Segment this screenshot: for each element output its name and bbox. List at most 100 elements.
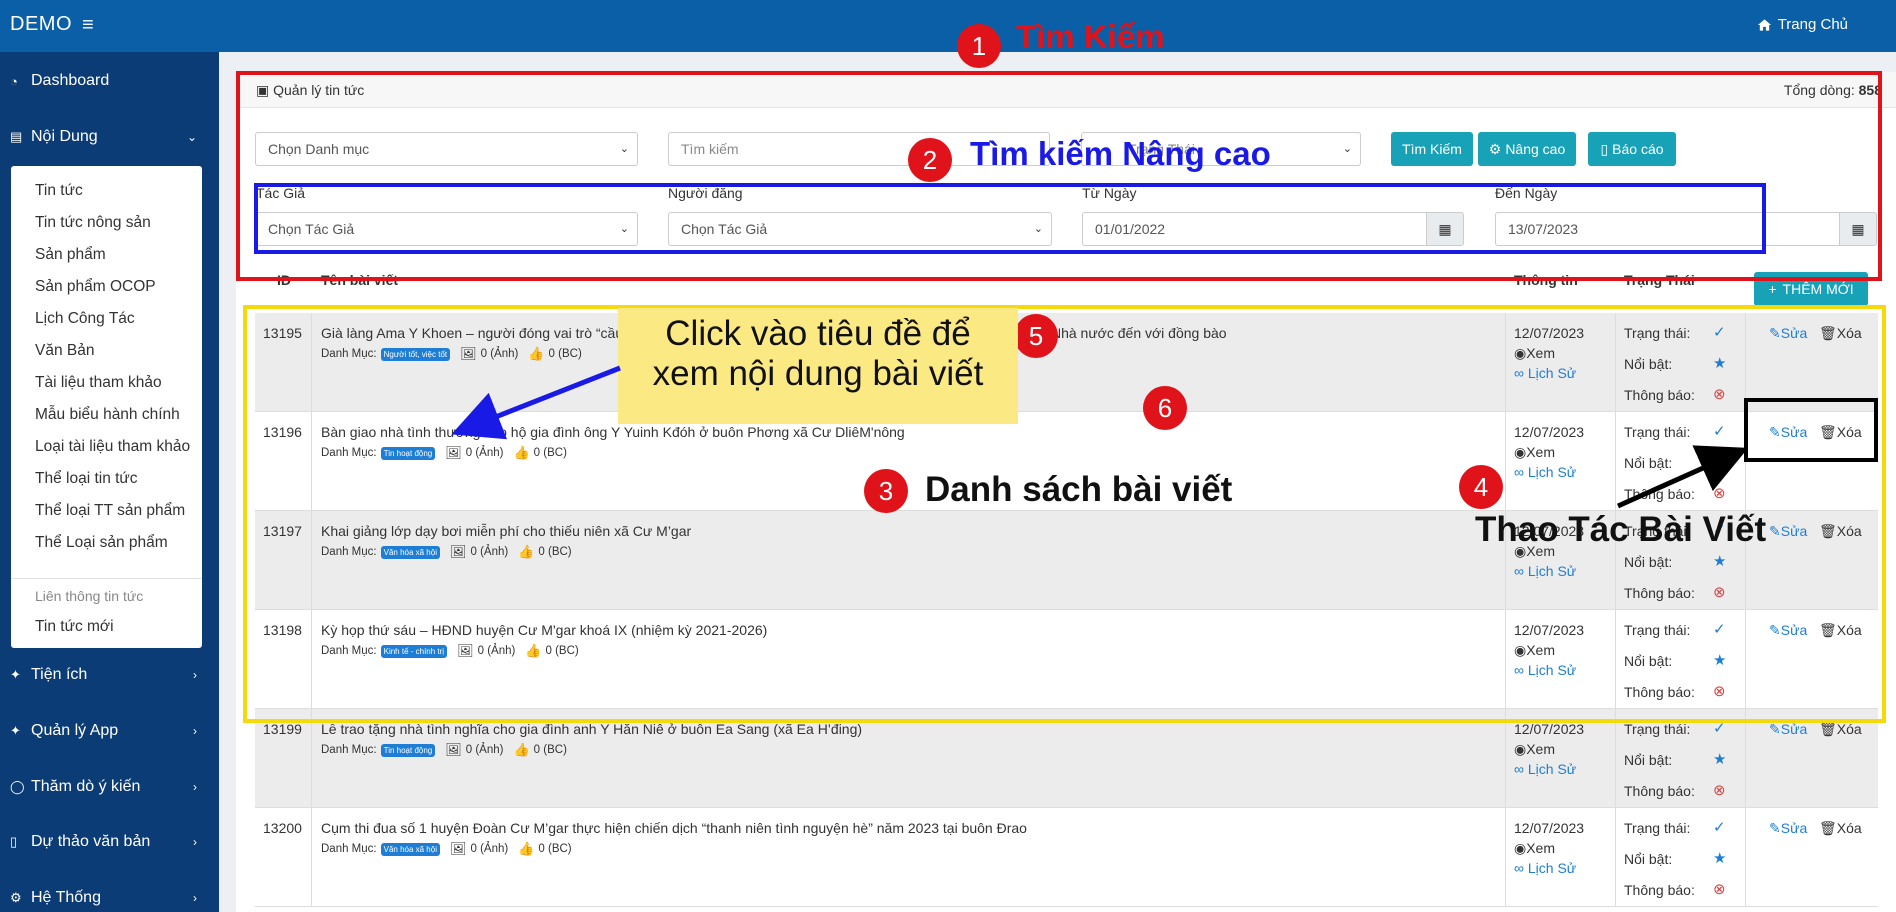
edit-button[interactable]: ✎Sửa bbox=[1769, 721, 1807, 738]
close-circle-icon[interactable]: ⊗ bbox=[1713, 781, 1726, 799]
row-id: 13200 bbox=[263, 820, 302, 836]
submenu-item[interactable]: Thể Loại sản phẩm bbox=[35, 534, 168, 552]
plug-icon: ✦ bbox=[10, 723, 21, 738]
column-divider bbox=[1615, 808, 1616, 907]
submenu-item[interactable]: Lịch Công Tác bbox=[35, 310, 135, 328]
star-icon[interactable]: ★ bbox=[1713, 750, 1726, 768]
like-count: 0 (BC) bbox=[538, 843, 572, 855]
column-divider bbox=[1615, 709, 1616, 808]
sidebar-item-noi-dung[interactable]: ▤ Nội Dung ⌄ bbox=[0, 117, 219, 157]
home-icon bbox=[1757, 18, 1771, 31]
row-date: 12/07/2023 bbox=[1514, 721, 1585, 737]
sidebar-item-label: Dự thảo văn bản bbox=[31, 833, 151, 850]
star-icon[interactable]: ★ bbox=[1713, 849, 1726, 867]
chevron-right-icon: › bbox=[193, 835, 197, 849]
edit-button[interactable]: ✎Sửa bbox=[1769, 820, 1807, 837]
column-divider bbox=[1745, 808, 1746, 907]
submenu-item[interactable]: Văn Bản bbox=[35, 342, 94, 360]
view-link[interactable]: ◉Xem bbox=[1514, 741, 1555, 758]
home-link[interactable]: Trang Chủ bbox=[1757, 16, 1848, 33]
submenu-item[interactable]: Tin tức mới bbox=[35, 618, 114, 636]
category-label: Danh Mục: bbox=[321, 744, 377, 756]
binoculars-icon: ∞ bbox=[1514, 860, 1528, 876]
row-date: 12/07/2023 bbox=[1514, 820, 1585, 836]
chevron-right-icon: › bbox=[193, 891, 197, 905]
view-link[interactable]: ◉Xem bbox=[1514, 840, 1555, 857]
submenu-item[interactable]: Tin tức nông sản bbox=[35, 214, 151, 232]
submenu-header: Liên thông tin tức bbox=[35, 588, 144, 604]
sidebar-item-label: Dashboard bbox=[31, 72, 110, 89]
history-link-label: Lịch Sử bbox=[1527, 860, 1577, 876]
thumbs-up-icon: 👍 bbox=[518, 841, 535, 856]
file-icon: ▯ bbox=[10, 834, 18, 849]
check-icon[interactable]: ✓ bbox=[1713, 818, 1726, 836]
trash-icon: 🗑 bbox=[1819, 820, 1837, 836]
submenu-item[interactable]: Thể loại TT sản phẩm bbox=[35, 502, 185, 520]
history-link[interactable]: ∞ Lịch Sử bbox=[1514, 761, 1576, 777]
article-title-link[interactable]: Cụm thi đua số 1 huyện Đoàn Cư M’gar thự… bbox=[321, 820, 1027, 836]
sidebar-item-du-thao[interactable]: ▯ Dự thảo văn bản › bbox=[0, 822, 219, 862]
submenu-item[interactable]: Tài liệu tham khảo bbox=[35, 374, 162, 392]
notify-label: Thông báo: bbox=[1624, 882, 1695, 898]
chevron-right-icon: › bbox=[193, 724, 197, 738]
add-new-button-label: THÊM MỚI bbox=[1782, 281, 1854, 297]
thumbs-up-icon: 👍 bbox=[513, 742, 530, 757]
column-divider bbox=[311, 709, 312, 808]
row-meta: Danh Mục: Văn hóa xã hội 🖼 0 (Ảnh) 👍 0 (BC) bbox=[321, 841, 572, 857]
status-label: Trạng thái: bbox=[1624, 721, 1691, 737]
edit-icon: ✎ bbox=[1769, 820, 1781, 836]
document-icon: ▤ bbox=[10, 129, 23, 144]
view-link-label: Xem bbox=[1526, 840, 1556, 856]
comment-icon: ◯ bbox=[10, 779, 25, 794]
sidebar: ◔ Dashboard ▤ Nội Dung ⌄ Tin tức Tin tức… bbox=[0, 52, 219, 912]
featured-label: Nổi bật: bbox=[1624, 752, 1673, 768]
sidebar-item-label: Nội Dung bbox=[31, 128, 98, 145]
sidebar-item-tham-do[interactable]: ◯ Thăm dò ý kiến › bbox=[0, 767, 219, 807]
column-divider bbox=[1505, 709, 1506, 808]
submenu-item[interactable]: Loại tài liệu tham khảo bbox=[35, 438, 190, 456]
sidebar-item-quan-ly-app[interactable]: ✦ Quản lý App › bbox=[0, 711, 219, 751]
annotation-marker-2: 2 bbox=[908, 138, 952, 182]
annotation-label-row-actions: Thao Tác Bài Viết bbox=[1475, 510, 1767, 549]
photo-count: 0 (Ảnh) bbox=[470, 843, 509, 855]
article-title-link[interactable]: Lễ trao tặng nhà tình nghĩa cho gia đình… bbox=[321, 721, 862, 737]
annotation-marker-1: 1 bbox=[957, 24, 1001, 68]
delete-button-label: Xóa bbox=[1836, 721, 1862, 737]
delete-button[interactable]: 🗑Xóa bbox=[1819, 820, 1862, 837]
gear-icon: ⚙ bbox=[10, 890, 22, 905]
sidebar-item-dashboard[interactable]: ◔ Dashboard bbox=[0, 61, 219, 101]
menu-toggle-icon[interactable]: ≡ bbox=[82, 14, 94, 37]
edit-button-label: Sửa bbox=[1780, 820, 1808, 836]
chevron-right-icon: › bbox=[193, 780, 197, 794]
chevron-right-icon: › bbox=[193, 668, 197, 682]
submenu-item[interactable]: Sản phẩm bbox=[35, 246, 106, 264]
photo-count: 0 (Ảnh) bbox=[465, 744, 504, 756]
submenu-item[interactable]: Tin tức bbox=[35, 182, 83, 200]
brand-logo[interactable]: DEMO bbox=[10, 13, 72, 36]
submenu-item[interactable]: Thể loại tin tức bbox=[35, 470, 138, 488]
column-divider bbox=[1745, 709, 1746, 808]
notify-label: Thông báo: bbox=[1624, 783, 1695, 799]
annotation-marker-4: 4 bbox=[1459, 465, 1503, 509]
history-link[interactable]: ∞ Lịch Sử bbox=[1514, 860, 1576, 876]
home-link-label: Trang Chủ bbox=[1777, 16, 1848, 33]
trash-icon: 🗑 bbox=[1819, 721, 1837, 737]
annotation-marker-6: 6 bbox=[1143, 386, 1187, 430]
annotation-note-line1: Click vào tiêu đề để bbox=[665, 314, 971, 353]
category-badge: Văn hóa xã hội bbox=[380, 842, 440, 856]
annotation-note: Click vào tiêu đề để xem nội dung bài vi… bbox=[618, 308, 1018, 424]
status-label: Trạng thái: bbox=[1624, 820, 1691, 836]
featured-label: Nổi bật: bbox=[1624, 851, 1673, 867]
top-bar: DEMO ≡ Trang Chủ bbox=[0, 0, 1896, 52]
sidebar-item-label: Tiện ích bbox=[31, 666, 88, 683]
annotation-box-row-actions bbox=[1744, 398, 1878, 462]
sidebar-item-he-thong[interactable]: ⚙ Hệ Thống › bbox=[0, 878, 219, 912]
submenu-item[interactable]: Mẫu biểu hành chính bbox=[35, 406, 180, 424]
close-circle-icon[interactable]: ⊗ bbox=[1713, 880, 1726, 898]
submenu-item[interactable]: Sản phẩm OCOP bbox=[35, 278, 156, 296]
sidebar-item-tien-ich[interactable]: ✦ Tiện ích › bbox=[0, 655, 219, 695]
table-row: 13199 Lễ trao tặng nhà tình nghĩa cho gia… bbox=[255, 709, 1878, 808]
delete-button[interactable]: 🗑Xóa bbox=[1819, 721, 1862, 738]
eye-icon: ◉ bbox=[1514, 741, 1527, 757]
annotation-label-search: Tìm Kiếm bbox=[1016, 18, 1165, 55]
